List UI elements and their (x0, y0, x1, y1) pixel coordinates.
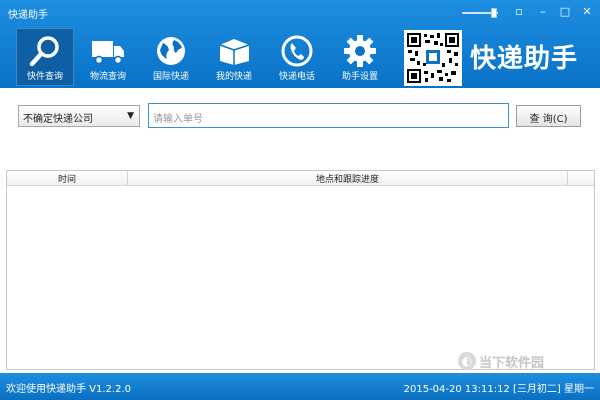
column-header-time[interactable]: 时间 (7, 171, 128, 185)
nav-label: 助手设置 (341, 72, 378, 82)
nav-label: 快件查询 (26, 72, 63, 82)
nav-label: 我的快递 (215, 72, 252, 82)
watermark-text: 当下软件园 (479, 355, 545, 371)
gear-icon (344, 35, 376, 67)
nav-international[interactable]: 国际快递 (142, 28, 200, 86)
phone-icon (281, 35, 313, 67)
nav-label: 快递电话 (278, 72, 315, 82)
courier-company-value: 不确定快递公司 (23, 114, 93, 125)
opacity-slider-handle[interactable] (491, 8, 497, 18)
title-bar: 快递助手 ▫ – □ ✕ 快件查询 物流查询 国际快递 我的快递 快递电话 助手… (0, 0, 600, 88)
tracking-results-table: 时间 地点和跟踪进度 (6, 170, 595, 370)
tracking-number-input[interactable]: 请输入单号 (148, 103, 509, 128)
nav-settings[interactable]: 助手设置 (331, 28, 389, 86)
nav-label: 国际快递 (152, 72, 189, 82)
watermark: ◐ 当下软件园 (458, 352, 545, 371)
nav-label: 物流查询 (89, 72, 126, 82)
nav-express-query[interactable]: 快件查询 (16, 28, 74, 86)
status-bar: 欢迎使用快递助手 V1.2.2.0 2015-04-20 13:11:12 [三… (0, 373, 600, 400)
globe-icon (157, 37, 185, 65)
brand-title: 快递助手 (470, 44, 579, 74)
qr-code (404, 30, 462, 86)
maximize-button[interactable]: □ (556, 4, 574, 18)
search-icon (29, 36, 59, 67)
skin-icon[interactable]: ▫ (510, 4, 528, 18)
query-button[interactable]: 查 询(C) (516, 105, 581, 127)
close-button[interactable]: ✕ (578, 4, 596, 18)
courier-company-select[interactable]: 不确定快递公司 ▼ (18, 105, 140, 127)
status-version: 欢迎使用快递助手 V1.2.2.0 (6, 384, 132, 395)
minimize-button[interactable]: – (534, 4, 552, 18)
chevron-down-icon: ▼ (127, 111, 134, 121)
nav-my-express[interactable]: 我的快递 (205, 28, 263, 86)
nav-logistics-query[interactable]: 物流查询 (79, 28, 137, 86)
status-datetime: 2015-04-20 13:11:12 [三月初二] 星期一 (403, 384, 594, 395)
watermark-logo-icon: ◐ (458, 352, 476, 370)
table-header: 时间 地点和跟踪进度 (7, 171, 594, 186)
window-title: 快递助手 (8, 10, 48, 21)
nav-express-phone[interactable]: 快递电话 (268, 28, 326, 86)
package-icon (219, 39, 250, 65)
truck-icon (92, 41, 124, 65)
column-header-progress[interactable]: 地点和跟踪进度 (128, 171, 568, 185)
